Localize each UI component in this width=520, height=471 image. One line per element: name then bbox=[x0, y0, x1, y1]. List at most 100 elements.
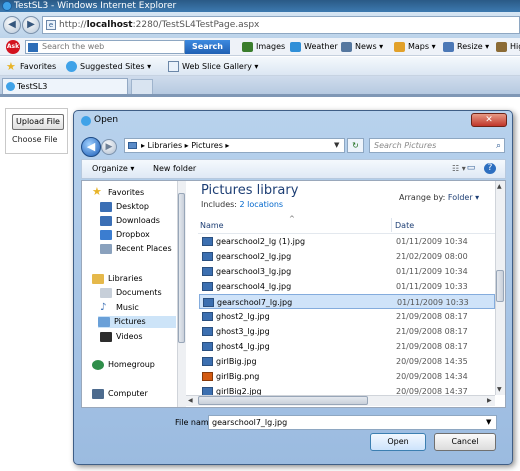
image-file-icon bbox=[202, 267, 213, 276]
address-bar[interactable]: e http://localhost:2280/TestSL4TestPage.… bbox=[42, 16, 520, 34]
nav-downloads[interactable]: Downloads bbox=[100, 215, 160, 227]
file-name: gearschool4_lg.jpg bbox=[216, 282, 292, 291]
file-row[interactable]: gearschool3_lg.jpg 01/11/2009 10:34 bbox=[199, 264, 495, 279]
ie-icon bbox=[81, 116, 91, 126]
ask-maps-button[interactable]: Maps ▾ bbox=[394, 40, 436, 54]
file-name: gearschool3_lg.jpg bbox=[216, 267, 292, 276]
column-header-date[interactable]: Date bbox=[395, 221, 414, 230]
ask-weather-button[interactable]: Weather bbox=[290, 40, 338, 54]
nav-videos[interactable]: Videos bbox=[100, 331, 143, 343]
suggested-sites-button[interactable]: Suggested Sites ▾ bbox=[66, 60, 151, 74]
ie-icon bbox=[6, 82, 15, 91]
file-list-vertical-thumb[interactable] bbox=[496, 270, 504, 302]
file-row[interactable]: gearschool4_lg.jpg 01/11/2009 10:33 bbox=[199, 279, 495, 294]
breadcrumb-dropdown-icon[interactable]: ▼ bbox=[334, 141, 339, 149]
file-row[interactable]: gearschool7_lg.jpg 01/11/2009 10:33 bbox=[199, 294, 495, 309]
ask-logo-icon[interactable]: Ask bbox=[6, 40, 20, 54]
library-icon bbox=[128, 142, 137, 149]
nav-dropbox[interactable]: Dropbox bbox=[100, 229, 150, 241]
dialog-title: Open bbox=[81, 115, 118, 126]
image-file-icon bbox=[202, 327, 213, 336]
open-button[interactable]: Open bbox=[370, 433, 426, 451]
image-file-icon bbox=[203, 298, 214, 307]
file-date: 21/09/2008 08:17 bbox=[396, 342, 468, 351]
back-button[interactable]: ◀ bbox=[3, 16, 21, 34]
ask-search-input[interactable]: Search the web bbox=[25, 40, 185, 54]
dialog-forward-button[interactable]: ▶ bbox=[101, 139, 117, 155]
file-date: 21/09/2008 08:17 bbox=[396, 327, 468, 336]
nav-favorites[interactable]: ★ Favorites bbox=[92, 186, 144, 199]
file-row[interactable]: gearschool2_lg.jpg 21/02/2009 08:00 bbox=[199, 249, 495, 264]
file-row[interactable]: ghost4_lg.jpg 21/09/2008 08:17 bbox=[199, 339, 495, 354]
file-row[interactable]: girlBig.jpg 20/09/2008 14:35 bbox=[199, 354, 495, 369]
scroll-left-icon[interactable]: ◀ bbox=[188, 397, 193, 404]
png-file-icon bbox=[202, 372, 213, 381]
search-engine-icon[interactable] bbox=[28, 43, 38, 52]
computer-icon bbox=[92, 389, 104, 399]
ask-search-placeholder: Search the web bbox=[42, 42, 105, 51]
tab-testsl3[interactable]: TestSL3 bbox=[2, 78, 128, 94]
nav-pictures[interactable]: Pictures bbox=[98, 316, 176, 328]
ask-search-button[interactable]: Search bbox=[185, 40, 230, 54]
highlight-icon bbox=[496, 42, 507, 52]
window-titlebar: TestSL3 - Windows Internet Explorer bbox=[0, 0, 520, 12]
star-icon: ★ bbox=[6, 60, 16, 73]
scroll-down-icon[interactable]: ▼ bbox=[497, 386, 502, 393]
desktop-icon bbox=[100, 202, 112, 212]
ask-news-button[interactable]: News ▾ bbox=[341, 40, 383, 54]
column-separator[interactable] bbox=[391, 218, 392, 232]
nav-desktop[interactable]: Desktop bbox=[100, 201, 149, 213]
arrange-by-dropdown[interactable]: Folder ▾ bbox=[448, 193, 479, 202]
scroll-right-icon[interactable]: ▶ bbox=[487, 397, 492, 404]
dialog-back-button[interactable]: ◀ bbox=[81, 137, 101, 157]
libraries-icon bbox=[92, 274, 104, 284]
nav-libraries[interactable]: Libraries bbox=[92, 273, 143, 285]
nav-computer[interactable]: Computer bbox=[92, 388, 148, 400]
refresh-button[interactable]: ↻ bbox=[347, 138, 364, 153]
nav-homegroup[interactable]: Homegroup bbox=[92, 359, 155, 371]
file-name-dropdown-icon[interactable]: ▼ bbox=[486, 418, 491, 426]
cancel-button[interactable]: Cancel bbox=[434, 433, 496, 451]
close-button[interactable]: ✕ bbox=[471, 113, 507, 127]
breadcrumb[interactable]: ▸ Libraries ▸ Pictures ▸ bbox=[124, 138, 345, 153]
file-name: girlBig.png bbox=[216, 372, 260, 381]
file-date: 01/11/2009 10:33 bbox=[397, 298, 469, 307]
locations-link[interactable]: 2 locations bbox=[240, 200, 284, 209]
column-header-name[interactable]: Name bbox=[200, 221, 224, 230]
image-file-icon bbox=[202, 282, 213, 291]
web-slice-gallery-button[interactable]: Web Slice Gallery ▾ bbox=[168, 60, 258, 74]
sort-caret-icon: ^ bbox=[289, 215, 295, 223]
dropbox-icon bbox=[100, 230, 112, 240]
new-tab-button[interactable] bbox=[131, 79, 153, 94]
nav-music[interactable]: ♪ Music bbox=[100, 302, 139, 314]
nav-scrollbar-thumb[interactable] bbox=[178, 193, 185, 343]
file-row[interactable]: girlBig.png 20/09/2008 14:34 bbox=[199, 369, 495, 384]
new-folder-button[interactable]: New folder bbox=[153, 163, 196, 175]
scroll-up-icon[interactable]: ▲ bbox=[497, 183, 502, 190]
preview-pane-icon[interactable]: ▭ bbox=[465, 163, 477, 174]
file-list-horizontal-thumb[interactable] bbox=[198, 396, 368, 405]
dialog-toolbar bbox=[81, 159, 506, 179]
window-title: TestSL3 - Windows Internet Explorer bbox=[14, 1, 177, 11]
library-includes: Includes: 2 locations bbox=[201, 200, 284, 209]
nav-recent-places[interactable]: Recent Places bbox=[100, 243, 172, 255]
view-options-icon[interactable]: ☷ ▾ bbox=[452, 163, 466, 175]
dialog-search-input[interactable]: Search Pictures ⌕ bbox=[369, 138, 505, 153]
organize-menu[interactable]: Organize ▾ bbox=[92, 163, 134, 175]
ask-resize-button[interactable]: Resize ▾ bbox=[443, 40, 489, 54]
file-row[interactable]: ghost2_lg.jpg 21/09/2008 08:17 bbox=[199, 309, 495, 324]
help-icon[interactable]: ? bbox=[484, 163, 496, 174]
favorites-button[interactable]: ★ Favorites bbox=[6, 60, 56, 74]
file-date: 20/09/2008 14:35 bbox=[396, 357, 468, 366]
file-row[interactable]: gearschool2_lg (1).jpg 01/11/2009 10:34 bbox=[199, 234, 495, 249]
image-file-icon bbox=[202, 357, 213, 366]
forward-button[interactable]: ▶ bbox=[22, 16, 40, 34]
ask-images-button[interactable]: Images bbox=[242, 40, 285, 54]
search-icon[interactable]: ⌕ bbox=[496, 140, 501, 153]
file-row[interactable]: ghost3_lg.jpg 21/09/2008 08:17 bbox=[199, 324, 495, 339]
upload-file-button[interactable]: Upload File bbox=[12, 114, 64, 130]
ask-highlight-button[interactable]: Hig bbox=[496, 40, 520, 54]
file-name: gearschool2_lg.jpg bbox=[216, 252, 292, 261]
nav-documents[interactable]: Documents bbox=[100, 287, 162, 299]
file-name-input[interactable]: gearschool7_lg.jpg bbox=[208, 415, 497, 430]
